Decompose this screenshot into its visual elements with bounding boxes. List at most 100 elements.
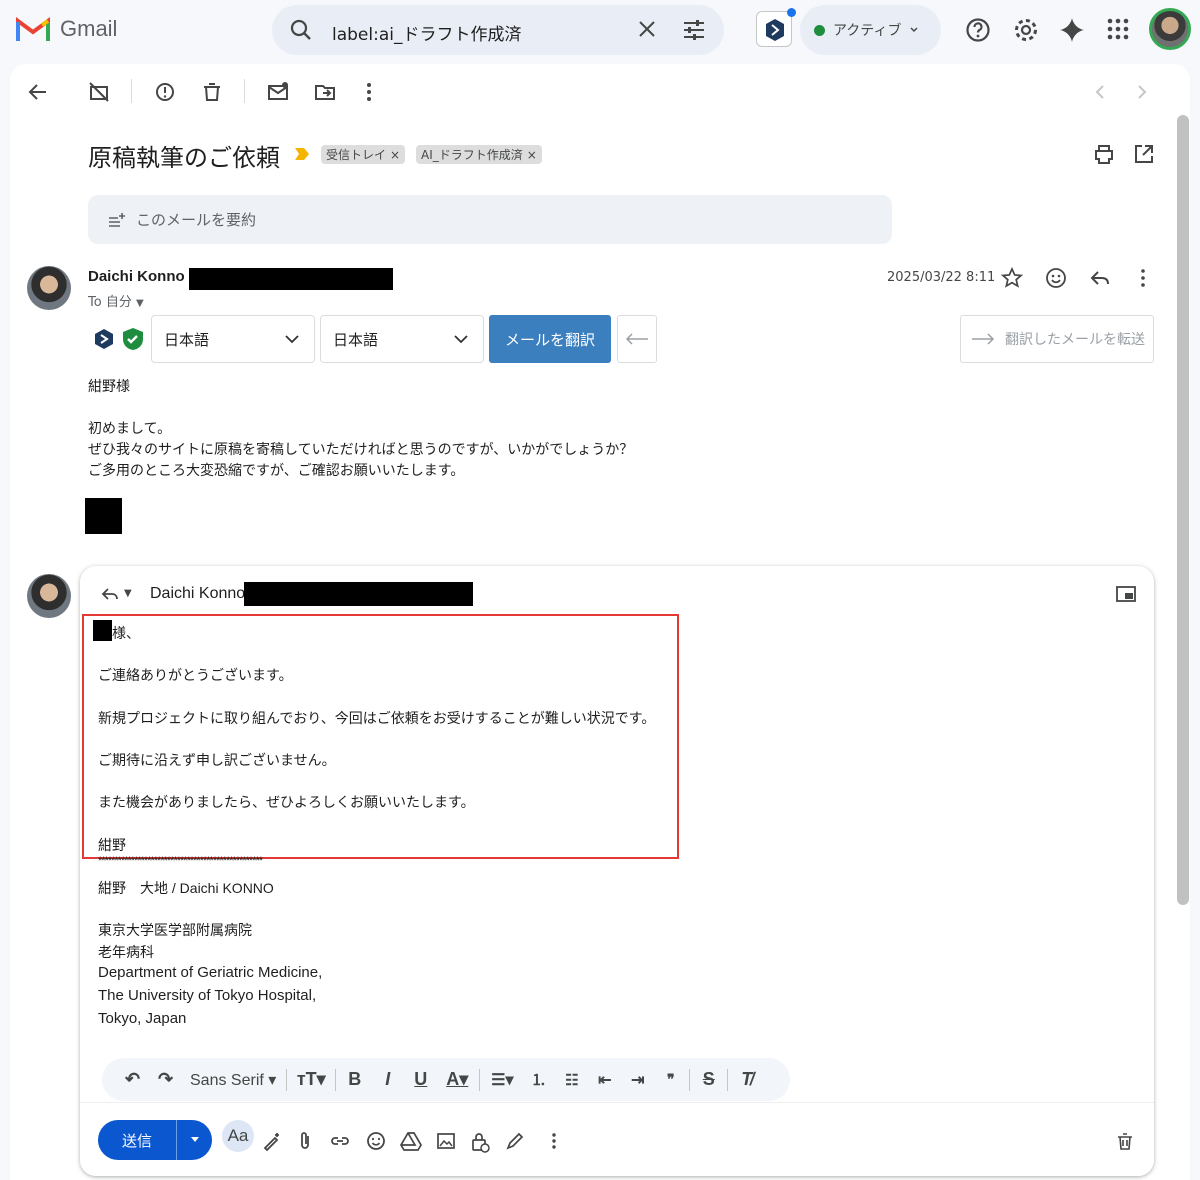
toolbar-divider xyxy=(131,79,132,103)
pop-out-icon[interactable] xyxy=(1116,586,1136,602)
delete-trash-icon[interactable] xyxy=(200,80,224,104)
sender-avatar[interactable] xyxy=(27,266,71,310)
account-avatar[interactable] xyxy=(1149,8,1191,50)
settings-gear-icon[interactable] xyxy=(1013,17,1039,43)
underline-icon[interactable]: U xyxy=(404,1069,437,1090)
font-family-select[interactable]: Sans Serif ▾ xyxy=(182,1070,284,1090)
my-avatar xyxy=(27,574,71,618)
italic-icon[interactable]: I xyxy=(371,1069,404,1090)
body-line: 紺野様 xyxy=(88,379,130,395)
caret-down-icon[interactable]: ▼ xyxy=(124,588,132,599)
summarize-email-button[interactable]: このメールを要約 xyxy=(88,195,892,244)
sender-name[interactable]: Daichi Konno xyxy=(88,268,185,285)
indent-more-icon[interactable]: ⇥ xyxy=(621,1070,654,1090)
forward-translated-button[interactable]: 翻訳したメールを転送 xyxy=(960,315,1154,363)
chevron-down-icon xyxy=(910,27,918,33)
arrow-right-icon xyxy=(972,333,995,345)
toolbar-divider xyxy=(244,79,245,103)
discard-draft-icon[interactable] xyxy=(1115,1131,1135,1151)
reply-type-icon[interactable] xyxy=(100,586,120,604)
scrollbar[interactable] xyxy=(1177,115,1189,905)
toolbar-divider xyxy=(727,1068,729,1091)
label-chip-inbox[interactable]: 受信トレイ × xyxy=(321,145,406,164)
strikethrough-icon[interactable]: S xyxy=(692,1069,725,1090)
extension-button[interactable] xyxy=(756,11,792,47)
back-arrow-icon[interactable] xyxy=(26,80,50,104)
move-to-folder-icon[interactable] xyxy=(313,80,337,104)
search-icon[interactable] xyxy=(290,19,312,41)
status-selector[interactable]: アクティブ xyxy=(800,5,941,55)
text-color-icon[interactable]: A▾ xyxy=(437,1069,477,1090)
translate-email-button[interactable]: メールを翻訳 xyxy=(489,315,611,363)
undo-icon[interactable]: ↶ xyxy=(116,1069,149,1090)
reply-recipient[interactable]: Daichi Konno xyxy=(150,585,245,603)
ai-write-icon[interactable] xyxy=(262,1131,282,1151)
insert-emoji-icon[interactable] xyxy=(366,1131,386,1151)
signature-line: 老年病科 xyxy=(98,944,154,960)
help-icon[interactable] xyxy=(965,17,991,43)
confidential-mode-icon[interactable] xyxy=(470,1131,490,1153)
body-line xyxy=(88,398,633,419)
body-line: ぜひ我々のサイトに原稿を寄稿していただければと思うのですが、いかがでしょうか？ xyxy=(88,442,634,458)
bulleted-list-icon[interactable]: ☷ xyxy=(555,1071,588,1089)
text-size-icon[interactable]: тT▾ xyxy=(289,1069,333,1090)
numbered-list-icon[interactable]: ⒈ xyxy=(522,1069,555,1090)
search-options-icon[interactable] xyxy=(682,19,706,41)
formatting-toolbar: ↶ ↷ Sans Serif ▾ тT▾ B I U A▾ ☰▾ ⒈ ☷ ⇤ ⇥… xyxy=(102,1058,790,1101)
font-family-value: Sans Serif xyxy=(190,1071,264,1089)
chevron-right-icon[interactable] xyxy=(1130,80,1154,104)
remove-label-icon[interactable]: × xyxy=(527,148,537,162)
signature-line: Tokyo, Japan xyxy=(98,1010,187,1027)
gmail-logo[interactable]: Gmail xyxy=(16,16,117,42)
more-options-icon[interactable] xyxy=(544,1131,564,1151)
target-language-select[interactable]: 日本語 xyxy=(320,315,484,363)
source-language-select[interactable]: 日本語 xyxy=(151,315,315,363)
google-drive-icon[interactable] xyxy=(400,1131,422,1151)
signature-line: 東京大学医学部附属病院 xyxy=(98,922,252,938)
summary-sparkle-icon xyxy=(109,212,125,227)
insert-link-icon[interactable] xyxy=(330,1131,350,1151)
open-new-window-icon[interactable] xyxy=(1133,143,1155,165)
more-vert-icon[interactable] xyxy=(1133,267,1153,289)
forward-translated-label: 翻訳したメールを転送 xyxy=(1005,332,1145,348)
mark-unread-icon[interactable] xyxy=(266,80,290,104)
label-chip-ai-draft[interactable]: AI_ドラフト作成済 × xyxy=(416,145,542,164)
insert-signature-icon[interactable] xyxy=(505,1131,525,1151)
importance-marker-icon[interactable] xyxy=(294,147,310,161)
translator-extension-icon[interactable] xyxy=(93,328,115,350)
apps-grid-icon[interactable] xyxy=(1106,17,1130,41)
signature-line: 紺野 大地 / Daichi KONNO xyxy=(98,880,274,896)
more-vert-icon[interactable] xyxy=(357,80,381,104)
emoji-reaction-icon[interactable] xyxy=(1045,267,1067,289)
recipient-details[interactable]: To 自分 ▼ xyxy=(88,291,144,310)
indent-less-icon[interactable]: ⇤ xyxy=(588,1070,621,1090)
quote-icon[interactable]: ❞ xyxy=(654,1071,687,1088)
revert-translation-button[interactable] xyxy=(617,315,657,363)
search-input[interactable]: label:ai_ドラフト作成済 xyxy=(332,20,521,45)
toolbar-divider xyxy=(689,1068,691,1091)
signature-line: The University of Tokyo Hospital, xyxy=(98,987,317,1004)
send-options-icon[interactable] xyxy=(177,1136,212,1144)
star-icon[interactable] xyxy=(1001,267,1023,289)
insert-photo-icon[interactable] xyxy=(436,1131,456,1151)
bold-icon[interactable]: B xyxy=(338,1069,371,1090)
align-icon[interactable]: ☰▾ xyxy=(482,1070,522,1090)
print-icon[interactable] xyxy=(1093,143,1115,165)
arrow-left-icon xyxy=(625,333,648,345)
chevron-left-icon[interactable] xyxy=(1088,80,1112,104)
attach-file-icon[interactable] xyxy=(296,1131,314,1151)
search-bar[interactable]: label:ai_ドラフト作成済 xyxy=(272,5,724,55)
send-button[interactable]: 送信 xyxy=(98,1120,212,1160)
remove-formatting-icon[interactable]: T̸ xyxy=(730,1069,763,1090)
reply-icon[interactable] xyxy=(1089,267,1111,289)
report-spam-icon[interactable] xyxy=(153,80,177,104)
archive-off-icon[interactable] xyxy=(87,80,111,104)
gemini-sparkle-icon[interactable] xyxy=(1059,17,1085,43)
remove-label-icon[interactable]: × xyxy=(390,148,400,162)
formatting-options-icon[interactable]: Aa xyxy=(222,1120,254,1152)
target-language-value: 日本語 xyxy=(333,330,379,349)
compose-actions: 送信 Aa xyxy=(80,1102,1154,1176)
redo-icon[interactable]: ↷ xyxy=(149,1069,182,1090)
gmail-m-icon xyxy=(16,17,50,41)
clear-search-icon[interactable] xyxy=(636,18,658,40)
